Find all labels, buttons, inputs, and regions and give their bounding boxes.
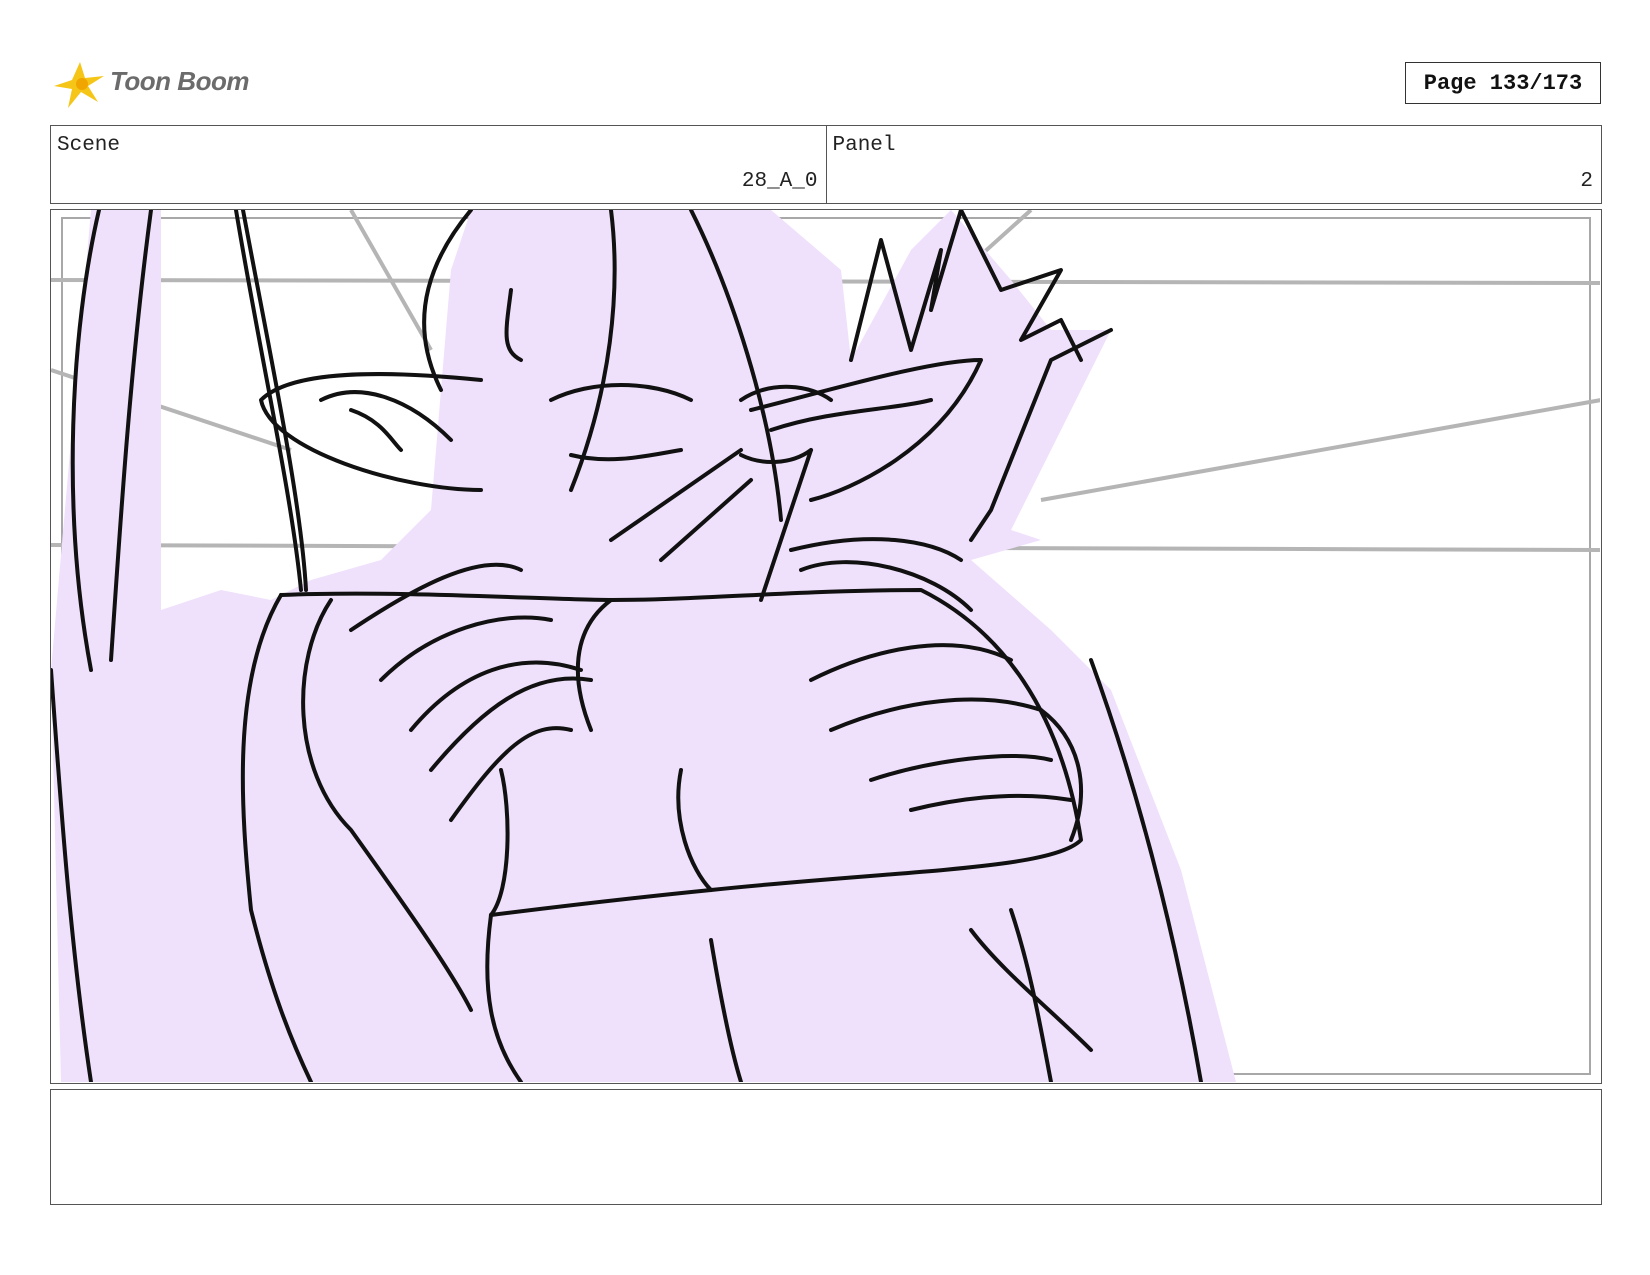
storyboard-panel (50, 209, 1602, 1084)
scene-label: Scene (57, 134, 121, 157)
scene-value: 28_A_0 (741, 170, 818, 193)
logo-text: Toon Boom (110, 66, 249, 96)
panel-label: Panel (832, 134, 896, 157)
panel-value: 2 (1580, 170, 1593, 193)
storyboard-sketch-icon (51, 210, 1600, 1082)
scene-panel-info: Scene 28_A_0 Panel 2 (50, 125, 1602, 204)
scene-cell: Scene 28_A_0 (51, 126, 826, 203)
toon-boom-logo: Toon Boom (52, 56, 262, 112)
page-counter: Page 133/173 (1405, 62, 1601, 104)
panel-cell: Panel 2 (825, 126, 1602, 203)
toon-boom-star-icon (54, 62, 104, 108)
character-fill (51, 210, 1236, 1082)
notes-area (50, 1089, 1602, 1205)
